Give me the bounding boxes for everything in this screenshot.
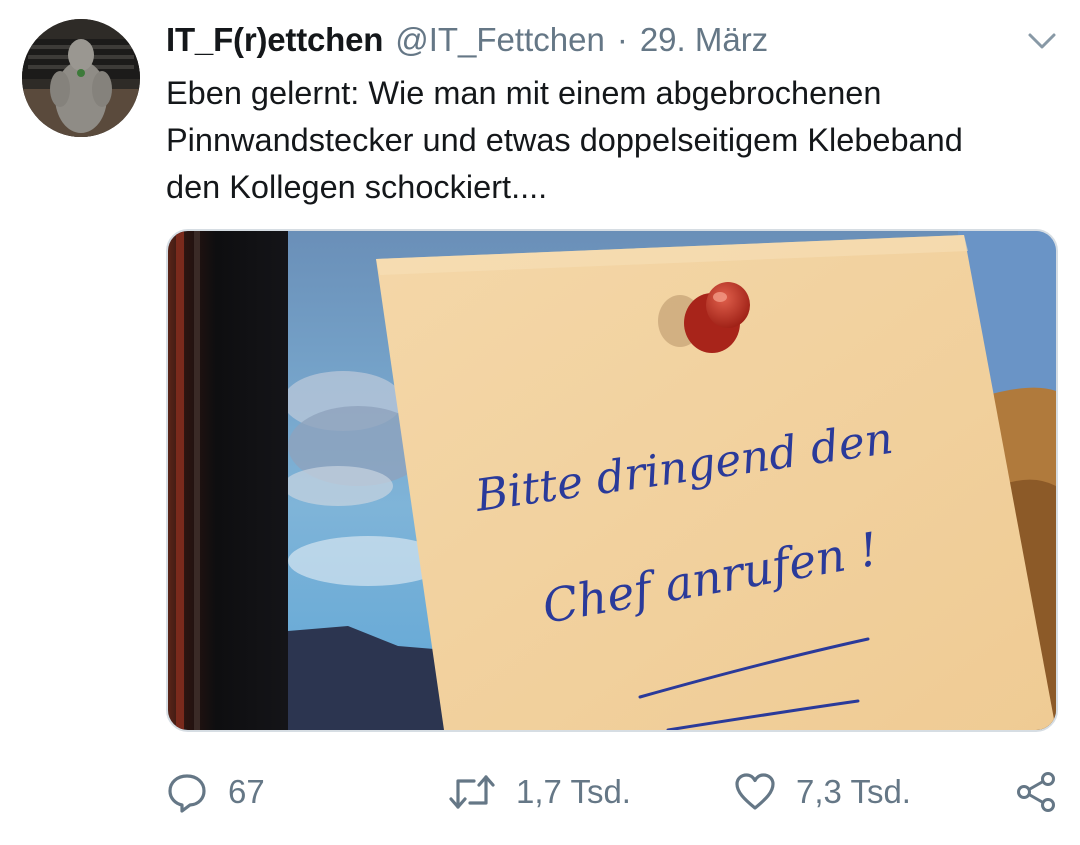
tweet-date[interactable]: 29. März: [640, 20, 768, 60]
like-button[interactable]: 7,3 Tsd.: [734, 766, 911, 818]
retweet-button[interactable]: 1,7 Tsd.: [448, 766, 631, 818]
reply-icon: [166, 771, 208, 813]
avatar[interactable]: [22, 19, 140, 137]
tweet-text-line: Eben gelernt: Wie man mit einem abgebroc…: [166, 75, 882, 111]
heart-icon: [734, 771, 776, 813]
retweet-count: 1,7 Tsd.: [516, 773, 631, 810]
tweet-text: Eben gelernt: Wie man mit einem abgebroc…: [166, 70, 1066, 211]
tweet-media-image[interactable]: Bitte dringend den Chef anrufen !: [166, 229, 1058, 732]
like-count: 7,3 Tsd.: [796, 773, 911, 810]
tweet-text-line: Pinnwandstecker und etwas doppelseitigem…: [166, 122, 963, 158]
tweet-text-line: den Kollegen schockiert....: [166, 169, 548, 205]
display-name[interactable]: IT_F(r)ettchen: [166, 20, 383, 60]
reply-button[interactable]: 67: [166, 766, 265, 818]
share-icon: [1014, 770, 1058, 814]
share-button[interactable]: [1014, 766, 1058, 818]
tweet-actions: 67 1,7 Tsd. 7,3 Tsd.: [0, 766, 1080, 818]
chevron-down-icon[interactable]: [1024, 26, 1060, 56]
reply-count: 67: [228, 773, 265, 810]
retweet-icon: [448, 771, 496, 813]
tweet-header: IT_F(r)ettchen @IT_Fettchen · 29. März: [166, 20, 768, 60]
separator-dot: ·: [616, 21, 628, 58]
user-handle[interactable]: @IT_Fettchen: [395, 20, 605, 60]
